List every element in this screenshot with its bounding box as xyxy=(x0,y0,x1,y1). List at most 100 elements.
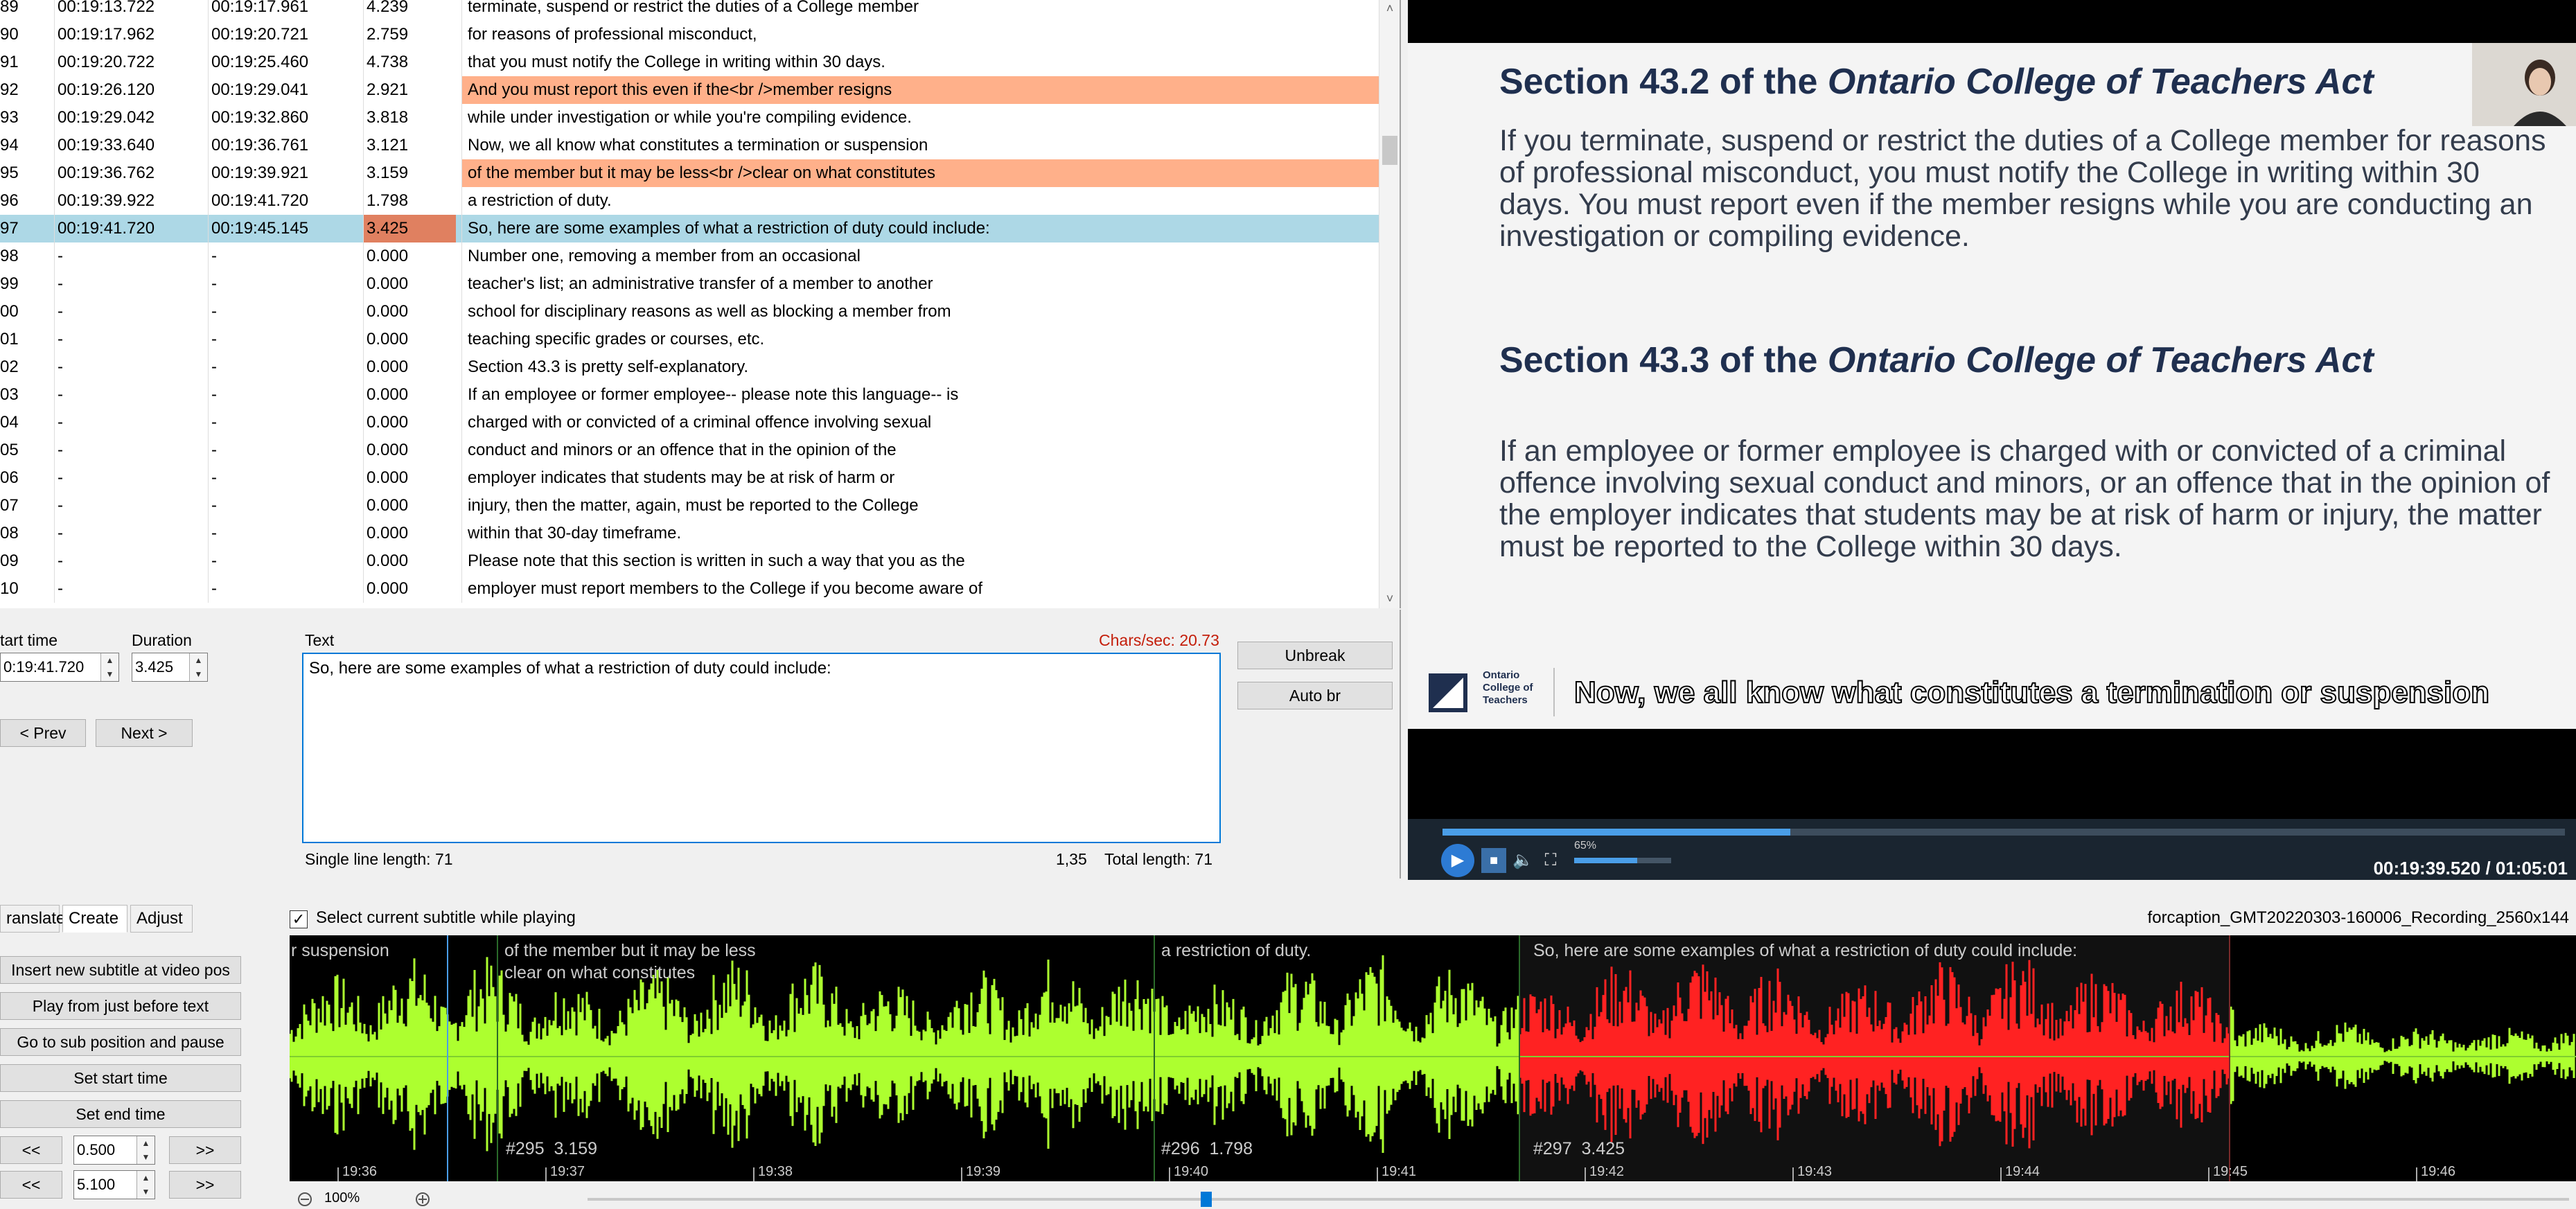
table-row[interactable]: 10- -0.000 employer must report members to… xyxy=(0,575,1379,603)
table-row[interactable]: 03- -0.000 If an employee or former employ… xyxy=(0,381,1379,409)
table-cell-end: - xyxy=(208,436,358,464)
step-small-input[interactable]: 0.500 ▲ ▼ xyxy=(73,1136,155,1165)
slide-paragraph-1: If you terminate, suspend or restrict th… xyxy=(1499,124,2546,253)
waveform-scrollbar[interactable]: 100% xyxy=(290,1189,2576,1209)
table-cell-text: If an employee or former employee-- plea… xyxy=(461,381,1379,409)
scroll-thumb[interactable] xyxy=(1382,136,1397,165)
table-cell-end: 00:19:41.720 xyxy=(208,187,358,215)
scroll-up-icon[interactable]: ˄ xyxy=(1382,1,1397,15)
step-small-spin-icon[interactable]: ▲ ▼ xyxy=(136,1136,155,1164)
table-row[interactable]: 01- -0.000 teaching specific grades or cou… xyxy=(0,326,1379,353)
table-cell-text: And you must report this even if the<br … xyxy=(461,76,1379,104)
stop-icon[interactable]: ■ xyxy=(1481,848,1506,873)
zoom-level[interactable]: 100% xyxy=(324,1190,360,1206)
grid-scrollbar[interactable]: ˄ ˅ xyxy=(1379,0,1400,608)
table-row[interactable]: 02- -0.000 Section 43.3 is pretty self-exp… xyxy=(0,353,1379,381)
auto-br-button[interactable]: Auto br xyxy=(1237,682,1393,709)
table-row[interactable]: 06- -0.000 employer indicates that student… xyxy=(0,464,1379,492)
table-cell-text: Please note that this section is written… xyxy=(461,547,1379,575)
table-row[interactable]: 92 00:19:26.120 00:19:29.041 2.921 And you m… xyxy=(0,76,1379,104)
tab-adjust[interactable]: Adjust xyxy=(130,905,193,933)
table-cell-start: 00:19:17.962 xyxy=(54,21,204,48)
volume-slider[interactable] xyxy=(1574,858,1671,863)
person-icon xyxy=(2472,43,2576,126)
waveform-subtitle-label: r suspension xyxy=(291,941,389,960)
table-cell-start: - xyxy=(54,409,204,436)
slide-heading-1-act: Ontario College of Teachers Act xyxy=(1827,62,2374,102)
prev-button[interactable]: < Prev xyxy=(0,719,86,747)
goto-sub-pause-button[interactable]: Go to sub position and pause xyxy=(0,1028,241,1056)
table-row[interactable]: 97 00:19:41.720 00:19:45.145 3.425 So, here … xyxy=(0,215,1379,242)
insert-subtitle-button[interactable]: Insert new subtitle at video pos xyxy=(0,956,241,984)
table-row[interactable]: 95 00:19:36.762 00:19:39.921 3.159 of the me… xyxy=(0,159,1379,187)
waveform-time-tick: 19:38 xyxy=(758,1164,793,1179)
play-before-text-button[interactable]: Play from just before text xyxy=(0,992,241,1020)
table-cell-end: - xyxy=(208,298,358,326)
subtitle-grid[interactable]: 89 00:19:13.722 00:19:17.961 4.239 terminate… xyxy=(0,0,1401,608)
table-cell-text: within that 30-day timeframe. xyxy=(461,520,1379,547)
waveform-toolbar: ranslate Create Adjust ✓ Select current … xyxy=(0,901,2576,935)
table-row[interactable]: 93 00:19:29.042 00:19:32.860 3.818 while und… xyxy=(0,104,1379,132)
table-cell-n: 03 xyxy=(0,385,19,404)
duration-input[interactable]: 3.425 ▲ ▼ xyxy=(132,653,208,682)
waveform-time-tick: 19:44 xyxy=(2005,1164,2040,1179)
audio-waveform[interactable]: r suspension of the member but it may be … xyxy=(290,935,2576,1181)
table-row[interactable]: 08- -0.000 within that 30-day timeframe. xyxy=(0,520,1379,547)
tab-translate[interactable]: ranslate xyxy=(0,905,65,933)
table-cell-end: - xyxy=(208,464,358,492)
table-row[interactable]: 91 00:19:20.722 00:19:25.460 4.738 that you … xyxy=(0,48,1379,76)
fullscreen-icon[interactable]: ⛶ xyxy=(1540,849,1562,872)
table-row[interactable]: 04- -0.000 charged with or convicted of a … xyxy=(0,409,1379,436)
table-row[interactable]: 94 00:19:33.640 00:19:36.761 3.121 Now, we a… xyxy=(0,132,1379,159)
waveform-time-tick: 19:43 xyxy=(1797,1164,1833,1179)
step-back-large-button[interactable]: << xyxy=(0,1171,62,1199)
table-cell-end: 00:19:39.921 xyxy=(208,159,358,187)
slide-heading-2: Section 43.3 of the Ontario College of T… xyxy=(1499,339,2374,381)
volume-icon[interactable]: 🔈 xyxy=(1512,849,1534,872)
table-row[interactable]: 07- -0.000 injury, then the matter, again,… xyxy=(0,492,1379,520)
play-icon[interactable]: ▶ xyxy=(1441,844,1474,877)
table-row[interactable]: 00- -0.000 school for disciplinary reasons… xyxy=(0,298,1379,326)
table-row[interactable]: 90 00:19:17.962 00:19:20.721 2.759 for reaso… xyxy=(0,21,1379,48)
table-row[interactable]: 99- -0.000 teacher's list; an administrati… xyxy=(0,270,1379,298)
seek-progress xyxy=(1443,829,1791,836)
table-row[interactable]: 09- -0.000 Please note that this section i… xyxy=(0,547,1379,575)
table-cell-start: 00:19:29.042 xyxy=(54,104,204,132)
step-large-spin-icon[interactable]: ▲ ▼ xyxy=(136,1171,155,1199)
duration-spin-icon[interactable]: ▲ ▼ xyxy=(189,653,207,681)
video-timecode: 00:19:39.520 / 01:05:01 xyxy=(2373,858,2568,879)
set-start-time-button[interactable]: Set start time xyxy=(0,1064,241,1092)
waveform-zoom-bar xyxy=(298,1192,2569,1207)
table-cell-n: 01 xyxy=(0,330,19,348)
set-end-time-button[interactable]: Set end time xyxy=(0,1100,241,1128)
select-while-playing-checkbox[interactable]: ✓ xyxy=(290,910,308,928)
cursor-position: 1,35 xyxy=(1056,850,1087,868)
table-cell-start: - xyxy=(54,436,204,464)
table-cell-n: 93 xyxy=(0,108,19,127)
step-large-input[interactable]: 5.100 ▲ ▼ xyxy=(73,1170,155,1199)
table-row[interactable]: 96 00:19:39.922 00:19:41.720 1.798 a restric… xyxy=(0,187,1379,215)
table-row[interactable]: 05- -0.000 conduct and minors or an offenc… xyxy=(0,436,1379,464)
table-cell-end: 00:19:25.460 xyxy=(208,48,358,76)
step-forward-button[interactable]: >> xyxy=(169,1136,241,1164)
video-player[interactable]: Section 43.2 of the Ontario College of T… xyxy=(1408,0,2576,880)
tab-create[interactable]: Create xyxy=(62,905,127,933)
scroll-down-icon[interactable]: ˅ xyxy=(1382,592,1397,606)
table-cell-start: 00:19:39.922 xyxy=(54,187,204,215)
seek-bar[interactable] xyxy=(1443,829,2565,836)
table-cell-dur: 0.000 xyxy=(363,409,456,436)
start-time-spin-icon[interactable]: ▲ ▼ xyxy=(100,653,118,681)
table-cell-end: - xyxy=(208,353,358,381)
table-cell-dur: 3.425 xyxy=(363,215,456,242)
subtitle-text-editor[interactable]: So, here are some examples of what a res… xyxy=(302,653,1221,843)
table-row[interactable]: 98- -0.000 Number one, removing a member f… xyxy=(0,242,1379,270)
start-time-input[interactable]: 0:19:41.720 ▲ ▼ xyxy=(0,653,119,682)
unbreak-button[interactable]: Unbreak xyxy=(1237,642,1393,669)
step-forward-large-button[interactable]: >> xyxy=(169,1171,241,1199)
table-cell-start: - xyxy=(54,464,204,492)
step-back-button[interactable]: << xyxy=(0,1136,62,1164)
table-cell-end: 00:19:20.721 xyxy=(208,21,358,48)
table-cell-dur: 0.000 xyxy=(363,492,456,520)
next-button[interactable]: Next > xyxy=(96,719,193,747)
table-row[interactable]: 89 00:19:13.722 00:19:17.961 4.239 terminate… xyxy=(0,0,1379,21)
